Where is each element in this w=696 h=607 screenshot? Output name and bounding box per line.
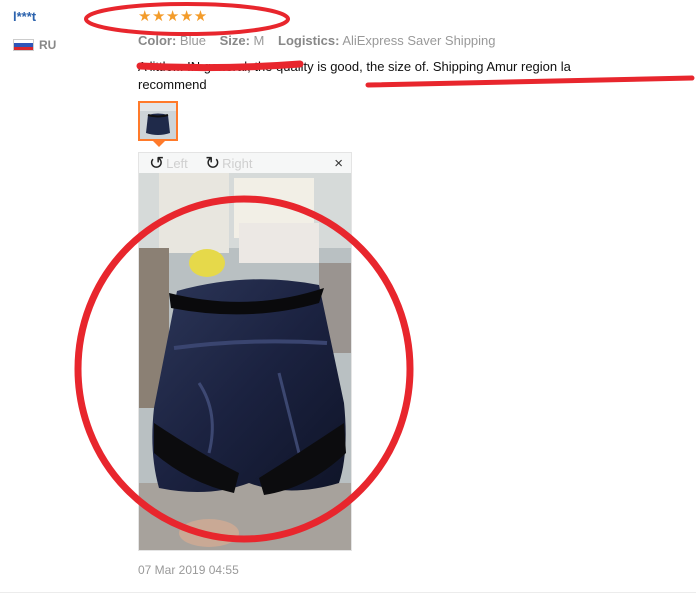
review-attributes: Color: Blue Size: M Logistics: AliExpres… bbox=[138, 33, 496, 48]
photo-viewer[interactable]: ↺ Left ↻ Right × bbox=[138, 152, 352, 551]
photo-thumbnail[interactable] bbox=[138, 101, 178, 141]
reviewer-name[interactable]: l***t bbox=[13, 9, 36, 24]
rotate-right-button[interactable]: ↻ Right bbox=[205, 153, 253, 173]
review-text: A little... IN general, the quality is g… bbox=[138, 58, 696, 94]
close-icon[interactable]: × bbox=[334, 155, 343, 172]
color-attr-value: Blue bbox=[179, 33, 206, 48]
review-photo bbox=[139, 153, 351, 550]
star-rating: ★★★★★ bbox=[138, 8, 208, 25]
rotate-left-icon: ↺ bbox=[149, 153, 165, 173]
divider bbox=[0, 592, 696, 593]
size-attr-label: Size: bbox=[219, 33, 250, 48]
logistics-attr-value: AliExpress Saver Shipping bbox=[342, 33, 496, 48]
reviewer-country: RU bbox=[39, 38, 57, 52]
color-attr-label: Color: bbox=[138, 33, 177, 48]
rotate-left-label: Left bbox=[166, 155, 188, 171]
photo-thumbnail-image bbox=[140, 103, 176, 139]
logistics-attr-label: Logistics: bbox=[278, 33, 340, 48]
rotate-left-button[interactable]: ↺ Left bbox=[149, 153, 188, 173]
rotate-right-label: Right bbox=[222, 155, 253, 171]
size-attr-value: M bbox=[253, 33, 265, 48]
review-text-line: A little... IN general, the quality is g… bbox=[138, 59, 571, 74]
review-date: 07 Mar 2019 04:55 bbox=[138, 563, 239, 577]
thumbnail-pointer bbox=[153, 141, 165, 147]
rotate-right-icon: ↻ bbox=[205, 153, 221, 173]
review-text-line: recommend bbox=[138, 77, 207, 92]
flag-ru-icon bbox=[13, 39, 34, 51]
